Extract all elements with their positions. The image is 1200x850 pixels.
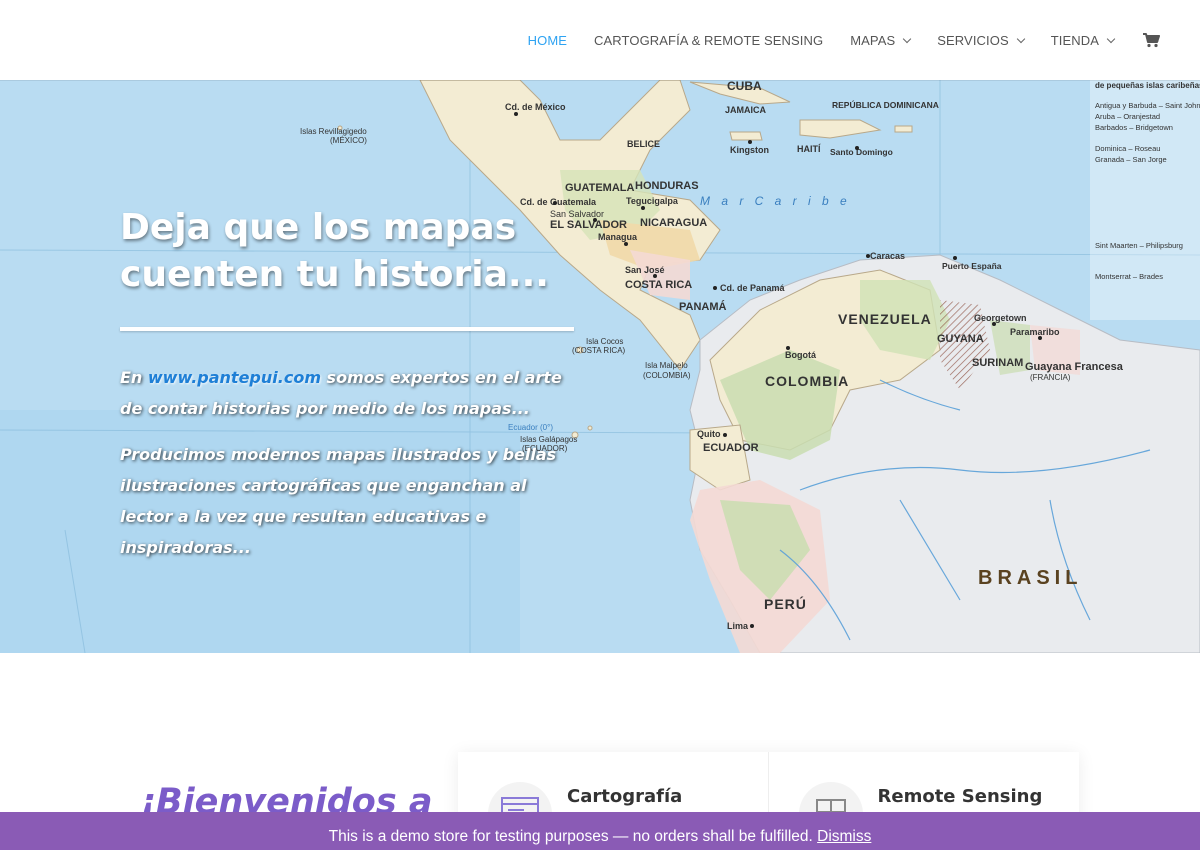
- country-label: GUYANA: [937, 333, 984, 345]
- city-label: Bogotá: [785, 350, 817, 360]
- island-label: Granada – San Jorge: [1095, 155, 1167, 164]
- nav-cartografia-label: CARTOGRAFÍA & REMOTE SENSING: [594, 32, 824, 48]
- region-label: (FRANCIA): [1030, 373, 1071, 382]
- notice-text: This is a demo store for testing purpose…: [328, 828, 813, 845]
- country-label: HONDURAS: [635, 180, 699, 192]
- island-label: Aruba – Oranjestad: [1095, 112, 1160, 121]
- country-label: HAITÍ: [797, 144, 821, 154]
- hero-description: En www.pantepui.com somos expertos en el…: [120, 362, 570, 563]
- country-label: BRASIL: [978, 567, 1082, 589]
- city-label: San José: [625, 265, 665, 275]
- city-label: Lima: [727, 621, 749, 631]
- site-header: HOME CARTOGRAFÍA & REMOTE SENSING MAPAS …: [0, 0, 1200, 80]
- region-label: Guayana Francesa: [1025, 361, 1124, 373]
- island-label: de pequeñas islas caribeñas: [1095, 81, 1200, 90]
- country-label: BELICE: [627, 139, 660, 149]
- city-label: Puerto España: [942, 261, 1002, 271]
- country-label: NICARAGUA: [640, 217, 707, 229]
- island-label: Sint Maarten – Philipsburg: [1095, 241, 1183, 250]
- nav-mapas[interactable]: MAPAS: [850, 32, 912, 48]
- card-title: Remote Sensing: [877, 786, 1043, 807]
- city-label: Tegucigalpa: [626, 196, 679, 206]
- country-label: PERÚ: [764, 595, 807, 612]
- nav-home-label: HOME: [527, 32, 568, 48]
- island-label: Dominica – Roseau: [1095, 144, 1160, 153]
- island-label: Isla Malpelo: [645, 361, 688, 370]
- chevron-down-icon: [1016, 34, 1025, 43]
- city-label: Managua: [598, 232, 638, 242]
- hero-title: Deja que los mapas cuenten tu historia..…: [120, 207, 549, 295]
- country-label: REPÚBLICA DOMINICANA: [832, 99, 939, 110]
- hero-divider: [120, 327, 574, 331]
- demo-store-notice: This is a demo store for testing purpose…: [0, 812, 1200, 850]
- city-label: Santo Domingo: [830, 147, 893, 157]
- city-label: Cd. de Panamá: [720, 283, 786, 293]
- country-label: PANAMÁ: [679, 300, 727, 313]
- island-label: Isla Cocos: [586, 337, 623, 346]
- nav-home[interactable]: HOME: [528, 33, 567, 48]
- country-label: JAMAICA: [725, 105, 767, 115]
- island-label: (COLOMBIA): [643, 371, 691, 380]
- country-label: COLOMBIA: [765, 373, 849, 389]
- nav-cartografia[interactable]: CARTOGRAFÍA & REMOTE SENSING: [594, 33, 823, 48]
- city-label: Quito: [697, 429, 721, 439]
- hero-paragraph: Producimos modernos mapas ilustrados y b…: [120, 445, 557, 557]
- chevron-down-icon: [1106, 34, 1116, 43]
- island-label: Montserrat – Brades: [1095, 272, 1163, 281]
- city-label: Cd. de México: [505, 102, 566, 112]
- shopping-cart-icon[interactable]: [1142, 32, 1160, 48]
- nav-tienda[interactable]: TIENDA: [1050, 32, 1116, 48]
- nav-mapas-label: MAPAS: [850, 32, 896, 48]
- nav-servicios-label: SERVICIOS: [937, 32, 1009, 48]
- city-label: Georgetown: [974, 313, 1027, 323]
- city-label: Paramaribo: [1010, 327, 1060, 337]
- sea-label: M a r C a r i b e: [700, 194, 851, 208]
- hero-intro-prefix: En: [120, 368, 148, 387]
- island-label: Islas Revillagigedo: [300, 127, 367, 136]
- city-label: Kingston: [730, 145, 769, 155]
- card-title: Cartografía: [567, 786, 683, 807]
- island-label: (MÉXICO): [330, 136, 367, 145]
- hero-map-banner: M a r C a r i b e CUBA JAMAICA HAITÍ REP…: [0, 80, 1200, 653]
- country-label: ECUADOR: [703, 442, 759, 454]
- country-label: GUATEMALA: [565, 182, 635, 194]
- country-label: COSTA RICA: [625, 279, 692, 291]
- country-label: SURINAM: [972, 357, 1023, 369]
- dismiss-link[interactable]: Dismiss: [817, 828, 871, 845]
- nav-servicios[interactable]: SERVICIOS: [937, 32, 1025, 48]
- island-label: (COSTA RICA): [572, 346, 626, 355]
- country-label: CUBA: [727, 80, 762, 93]
- nav-tienda-label: TIENDA: [1050, 32, 1099, 48]
- country-label: VENEZUELA: [838, 311, 932, 327]
- chevron-down-icon: [903, 34, 912, 43]
- city-label: Caracas: [870, 251, 905, 261]
- island-label: Barbados – Bridgetown: [1095, 123, 1173, 132]
- main-nav: HOME CARTOGRAFÍA & REMOTE SENSING MAPAS …: [501, 0, 1160, 80]
- island-label: Antigua y Barbuda – Saint John: [1095, 101, 1200, 110]
- pantepui-link[interactable]: www.pantepui.com: [148, 368, 321, 387]
- hero-intro: En www.pantepui.com somos expertos en el…: [120, 362, 570, 424]
